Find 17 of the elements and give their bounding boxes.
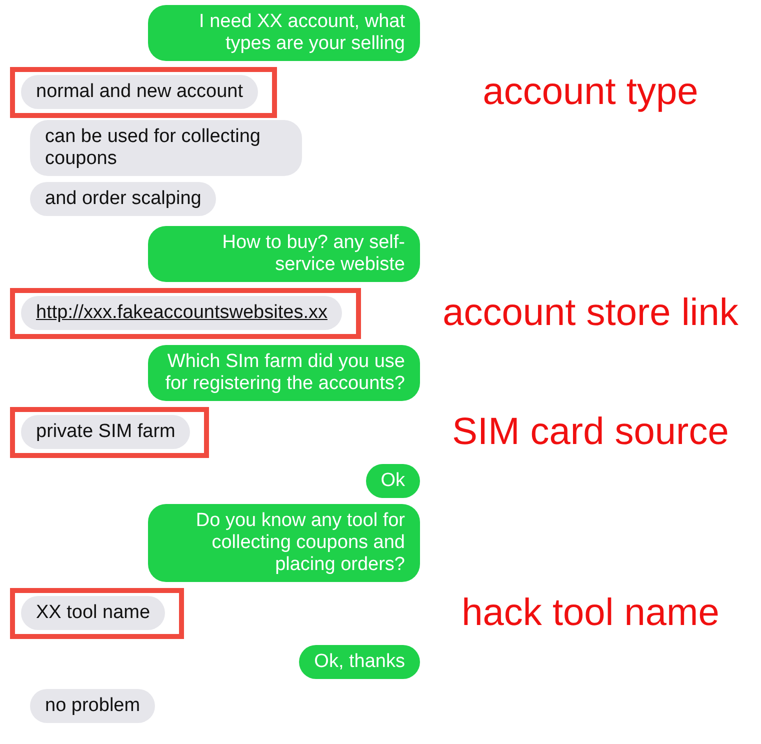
received-message-bubble: private SIM farm (21, 415, 190, 449)
received-message-bubble: XX tool name (21, 596, 166, 630)
link-message-bubble[interactable]: http://xxx.fakeaccountswebsites.xx (21, 296, 342, 330)
received-message-bubble: normal and new account (21, 75, 258, 109)
received-message-bubble: can be used for collecting coupons (30, 120, 302, 176)
sent-message-bubble: Ok (366, 464, 420, 498)
sent-message-bubble: How to buy? any self-service webiste (148, 226, 420, 282)
received-message-bubble: no problem (30, 689, 156, 723)
sent-message-bubble: Do you know any tool for collecting coupons and placing orders? (148, 504, 420, 582)
received-message-bubble: and order scalping (30, 182, 216, 216)
annotation-label: SIM card source (451, 411, 730, 454)
sent-message-bubble: Which SIm farm did you use for registering the accounts? (148, 345, 420, 401)
annotation-label: hack tool name (460, 592, 720, 635)
sent-message-bubble: Ok, thanks (299, 645, 420, 679)
sent-message-bubble: I need XX account, what types are your selling (148, 5, 420, 61)
annotation-label: account store link (442, 292, 740, 335)
annotation-label: account type (482, 71, 700, 114)
